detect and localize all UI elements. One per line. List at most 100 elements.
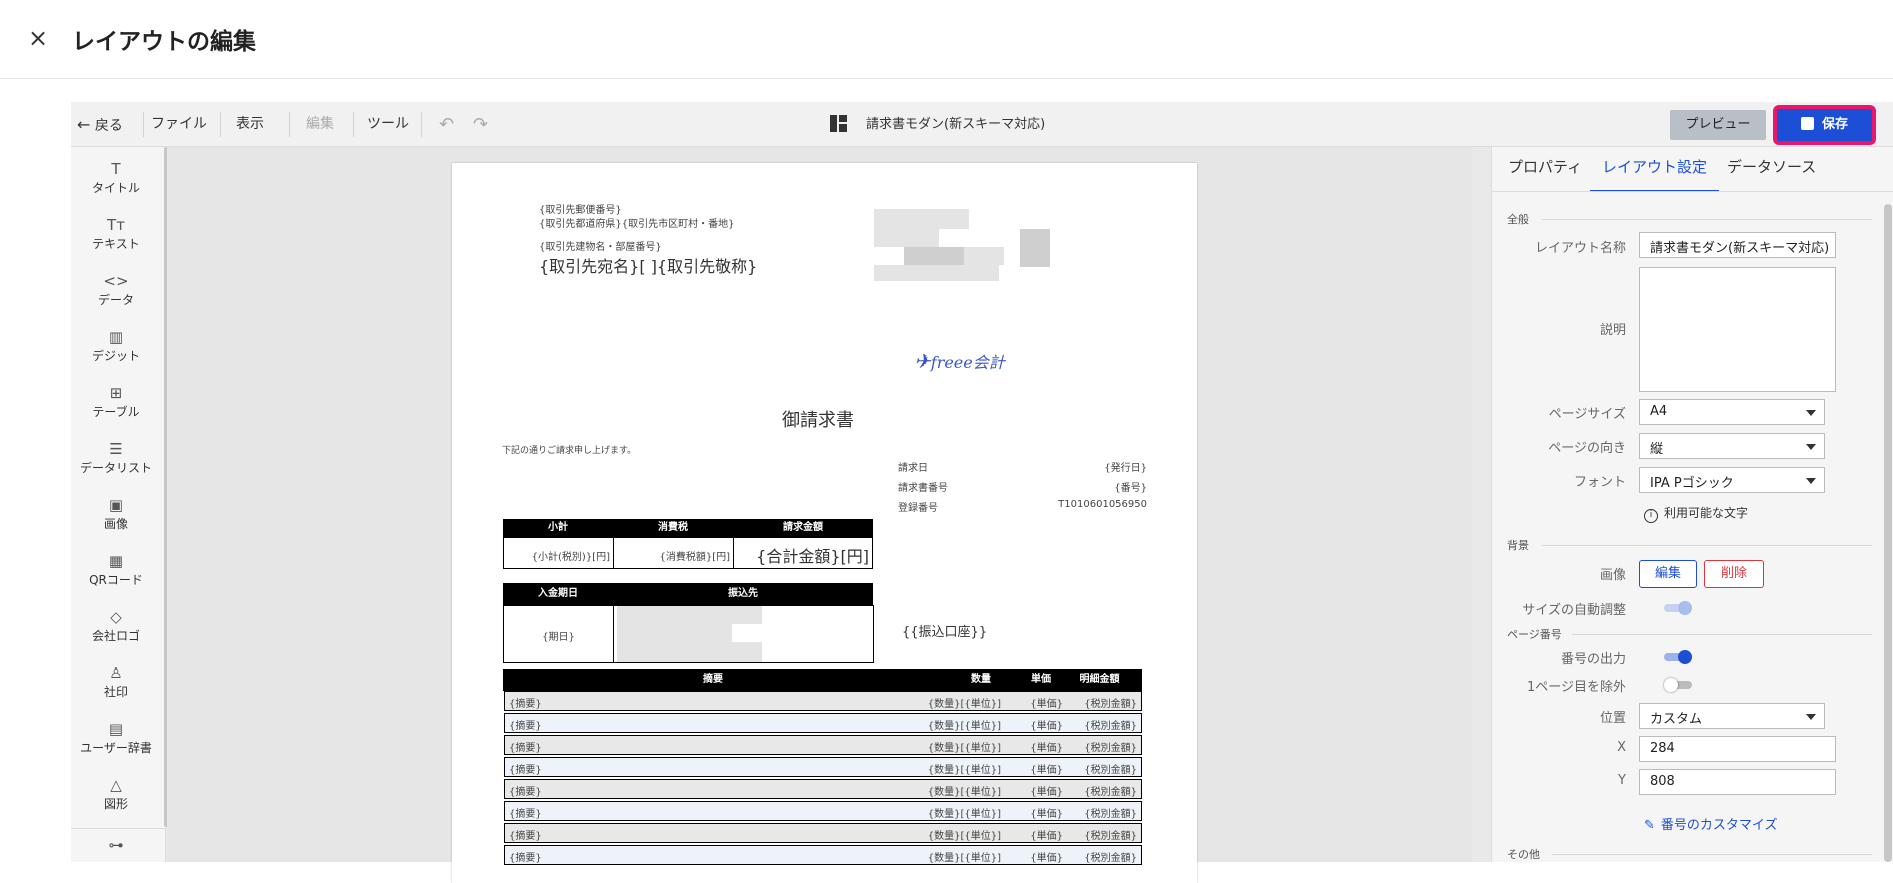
description-textarea[interactable] (1639, 267, 1836, 392)
tool-item[interactable]: ▤ ユーザー辞書 (71, 719, 161, 756)
position-select[interactable]: カスタム (1639, 703, 1825, 729)
available-chars-link[interactable]: i 利用可能な文字 (1644, 504, 1748, 523)
meta-label: 請求日 (898, 463, 928, 474)
number-output-label: 番号の出力 (1560, 652, 1626, 667)
recipient-postal[interactable]: {取引先郵便番号} (539, 201, 622, 216)
row-price: {単価} (1030, 743, 1063, 754)
table-row: {摘要} {数量}[{単位}] {単価} {税別金額} (504, 801, 1142, 821)
tool-item[interactable]: <> データ (71, 271, 161, 308)
row-desc: {摘要} (509, 765, 542, 776)
toolbar-divider (143, 112, 144, 137)
tool-item[interactable]: ◇ 会社ロゴ (71, 607, 161, 644)
row-desc: {摘要} (509, 787, 542, 798)
row-price: {単価} (1030, 699, 1063, 710)
meta-label: 請求書番号 (898, 483, 948, 494)
row-amount: {税別金額} (1084, 765, 1137, 776)
section-divider (1572, 634, 1872, 635)
pencil-icon: ✎ (1644, 818, 1655, 833)
meta-value: {発行日} (1104, 463, 1147, 474)
row-desc: {摘要} (509, 743, 542, 754)
bg-edit-button[interactable]: 編集 (1639, 560, 1697, 588)
row-price: {単価} (1030, 721, 1063, 732)
document-name-label: 請求書モダン(新スキーマ対応) (866, 117, 1046, 132)
tab-properties[interactable]: プロパティ (1508, 147, 1582, 192)
number-output-toggle[interactable] (1664, 650, 1694, 664)
document-heading[interactable]: 御請求書 (782, 406, 854, 432)
y-input[interactable]: 808 (1639, 769, 1836, 795)
tool-icon: ☰ (109, 440, 123, 458)
tool-item[interactable]: ▥ デジット (71, 327, 161, 364)
tools-menu[interactable]: ツール (367, 102, 409, 147)
back-button[interactable]: ← 戻る (77, 102, 123, 147)
editor-toolbar: ← 戻る ファイル 表示 編集 ツール ↶ ↷ 請求書モダン(新スキーマ対応) … (71, 102, 1893, 147)
bg-delete-button[interactable]: 削除 (1704, 560, 1764, 588)
page-size-select[interactable]: A4 (1639, 399, 1825, 425)
preview-button[interactable]: プレビュー (1670, 110, 1766, 140)
bank-account[interactable]: {{振込口座}} (902, 621, 987, 640)
exclude-first-toggle[interactable] (1664, 678, 1694, 692)
tool-item[interactable]: Tт テキスト (71, 215, 161, 252)
tool-icon: ◇ (110, 608, 122, 626)
save-button[interactable]: 保存 (1773, 105, 1876, 145)
recipient-address2[interactable]: {取引先建物名・部屋番号} (539, 238, 662, 253)
tool-item[interactable]: ☰ データリスト (71, 439, 161, 476)
row-desc: {摘要} (509, 831, 542, 842)
redo-icon[interactable]: ↷ (473, 102, 488, 147)
edit-menu[interactable]: 編集 (306, 102, 334, 147)
tool-item[interactable]: ▣ 画像 (71, 495, 161, 532)
summary-cell: {合計金額}[円] (733, 537, 873, 569)
tool-item[interactable]: △ 図形 (71, 775, 161, 812)
summary-header: 請求金額 (733, 519, 873, 537)
invoice-sheet[interactable]: {取引先郵便番号} {取引先都道府県}{取引先市区町村・番地} {取引先建物名・… (452, 163, 1197, 883)
position-label: 位置 (1599, 711, 1626, 726)
design-canvas[interactable]: {取引先郵便番号} {取引先都道府県}{取引先市区町村・番地} {取引先建物名・… (167, 147, 1567, 883)
customize-number-label: 番号のカスタマイズ (1660, 818, 1778, 833)
row-qty: {数量}[{単位}] (927, 787, 1001, 798)
font-select[interactable]: IPA Pゴシック (1639, 467, 1825, 493)
auto-size-label: サイズの自動調整 (1522, 603, 1626, 618)
toolbar-divider (421, 112, 422, 137)
row-amount: {税別金額} (1084, 809, 1137, 820)
section-other: その他 (1507, 848, 1540, 861)
layout-name-input[interactable]: 請求書モダン(新スキーマ対応) (1639, 232, 1836, 258)
orientation-select[interactable]: 縦 (1639, 433, 1825, 459)
tool-item[interactable]: ⊞ テーブル (71, 383, 161, 420)
view-menu[interactable]: 表示 (236, 102, 264, 147)
tool-label: ユーザー辞書 (80, 741, 152, 755)
tool-item[interactable]: ⊶ (71, 835, 161, 855)
customize-number-link[interactable]: ✎ 番号のカスタマイズ (1644, 814, 1778, 833)
properties-panel: プロパティ レイアウト設定 データソース 全般 レイアウト名称 請求書モダン(新… (1491, 147, 1893, 862)
tool-item[interactable]: ▦ QRコード (71, 551, 161, 588)
row-amount: {税別金額} (1084, 787, 1137, 798)
auto-size-toggle[interactable] (1664, 601, 1694, 615)
table-row: {摘要} {数量}[{単位}] {単価} {税別金額} (504, 823, 1142, 843)
table-row: {摘要} {数量}[{単位}] {単価} {税別金額} (504, 757, 1142, 777)
section-divider (1542, 219, 1872, 220)
x-input[interactable]: 284 (1639, 736, 1836, 762)
chevron-down-icon (1806, 410, 1816, 416)
section-divider (1552, 854, 1872, 855)
tab-layout-settings[interactable]: レイアウト設定 (1590, 147, 1720, 192)
tool-item[interactable]: T タイトル (71, 159, 161, 196)
file-menu[interactable]: ファイル (151, 102, 207, 147)
greeting-text[interactable]: 下記の通りご請求申し上げます。 (502, 443, 636, 456)
chevron-down-icon (1806, 714, 1816, 720)
panel-scrollbar[interactable] (1884, 204, 1892, 862)
available-chars-label: 利用可能な文字 (1664, 506, 1749, 520)
tool-item[interactable]: ♙ 社印 (71, 663, 161, 700)
tab-data-source[interactable]: データソース (1727, 147, 1816, 192)
save-label: 保存 (1821, 117, 1848, 132)
undo-icon[interactable]: ↶ (439, 102, 454, 147)
tool-label: テキスト (92, 237, 140, 251)
row-price: {単価} (1030, 787, 1063, 798)
recipient-address1[interactable]: {取引先都道府県}{取引先市区町村・番地} (539, 215, 734, 230)
meta-value: {番号} (1114, 483, 1147, 494)
tool-icon: Tт (107, 216, 125, 234)
recipient-name[interactable]: {取引先宛名}[ ]{取引先敬称} (539, 253, 757, 277)
company-logo[interactable]: ✈freee会計 (914, 349, 1005, 373)
row-desc: {摘要} (509, 699, 542, 710)
close-icon[interactable]: × (28, 24, 48, 52)
font-value: IPA Pゴシック (1650, 476, 1734, 491)
summary-cell: {消費税額}[円] (613, 537, 734, 569)
section-divider (1542, 545, 1872, 546)
